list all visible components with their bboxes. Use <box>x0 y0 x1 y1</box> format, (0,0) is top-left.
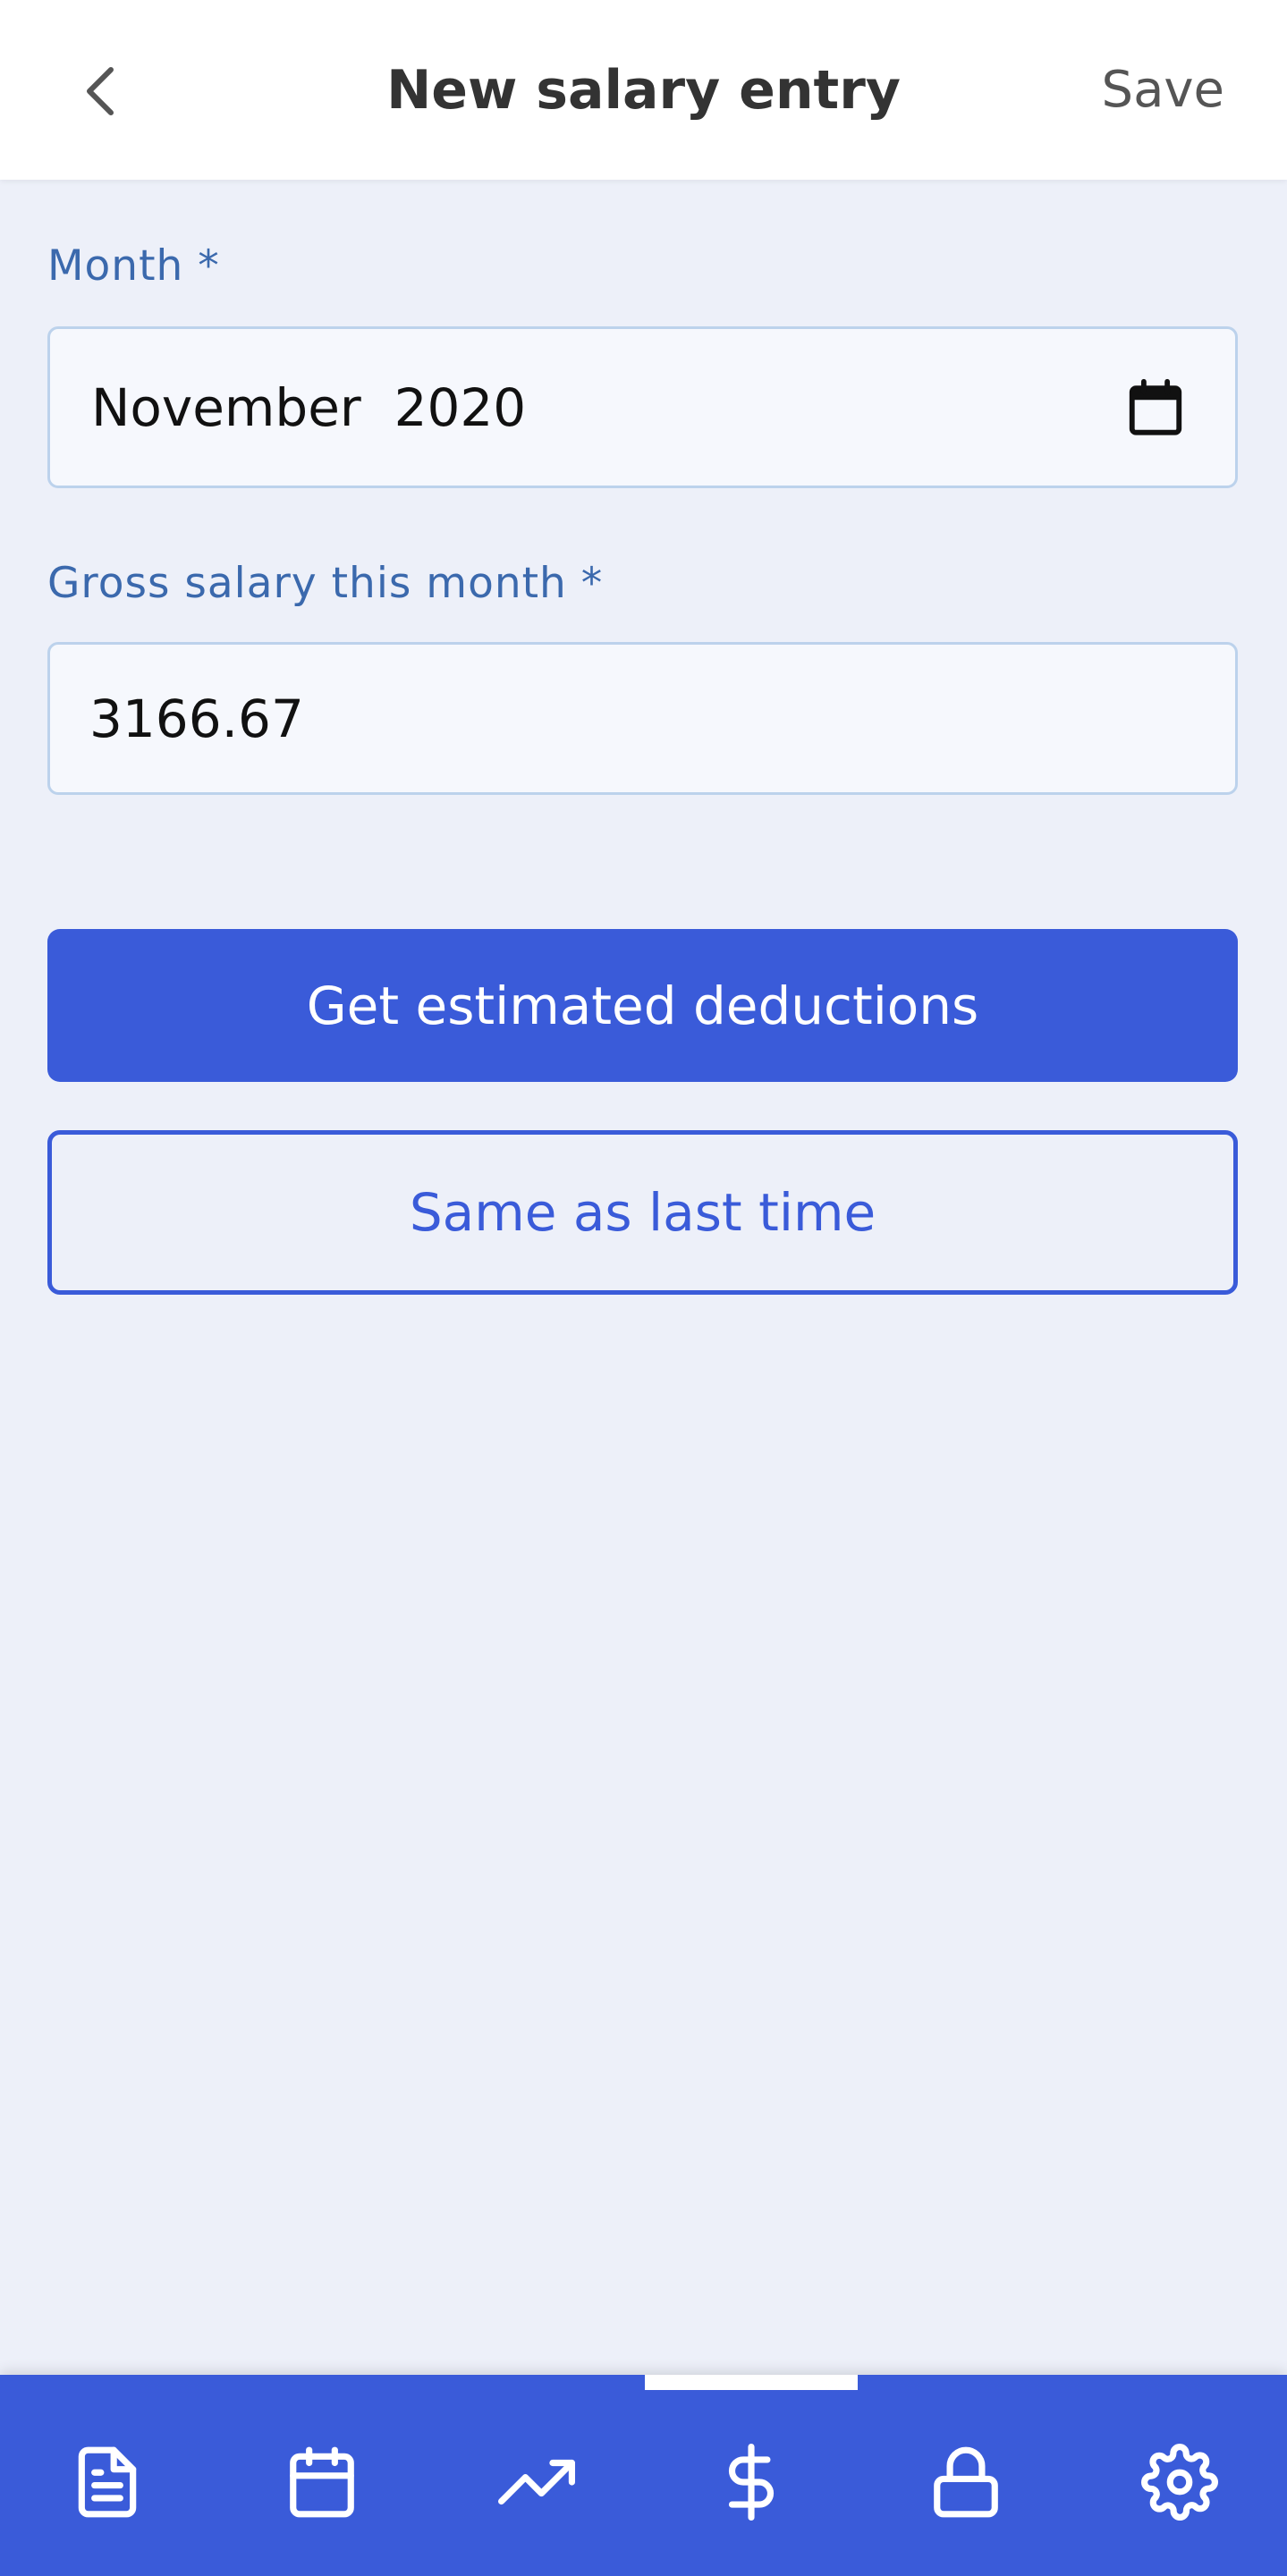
calendar-icon <box>290 2446 354 2518</box>
lock-icon <box>934 2446 998 2518</box>
active-tab-indicator <box>645 2375 858 2390</box>
nav-item-lock[interactable] <box>859 2393 1073 2572</box>
page-title: New salary entry <box>386 58 901 122</box>
save-button[interactable]: Save <box>1102 54 1224 125</box>
nav-item-salary[interactable] <box>644 2393 859 2572</box>
bottom-navigation <box>0 2375 1287 2576</box>
gross-salary-value: 3166.67 <box>89 688 304 749</box>
trending-up-icon <box>498 2459 575 2505</box>
calendar-icon[interactable] <box>1124 376 1187 440</box>
gross-salary-input[interactable]: 3166.67 <box>47 642 1238 795</box>
gross-salary-label: Gross salary this month * <box>47 559 604 608</box>
month-label: Month * <box>47 241 220 291</box>
back-button[interactable] <box>68 55 132 127</box>
top-app-bar: New salary entry Save <box>0 0 1287 180</box>
nav-item-calendar[interactable] <box>215 2393 429 2572</box>
gear-icon <box>1141 2444 1218 2521</box>
month-value: November 2020 <box>91 376 527 438</box>
month-field[interactable]: November 2020 <box>47 326 1238 488</box>
nav-item-trends[interactable] <box>429 2393 644 2572</box>
chevron-left-icon <box>87 67 114 115</box>
dollar-icon <box>728 2444 775 2521</box>
get-estimated-deductions-button[interactable]: Get estimated deductions <box>47 929 1238 1082</box>
document-icon <box>78 2446 137 2518</box>
nav-item-documents[interactable] <box>0 2393 215 2572</box>
nav-item-settings[interactable] <box>1072 2393 1287 2572</box>
same-as-last-time-button[interactable]: Same as last time <box>47 1130 1238 1295</box>
